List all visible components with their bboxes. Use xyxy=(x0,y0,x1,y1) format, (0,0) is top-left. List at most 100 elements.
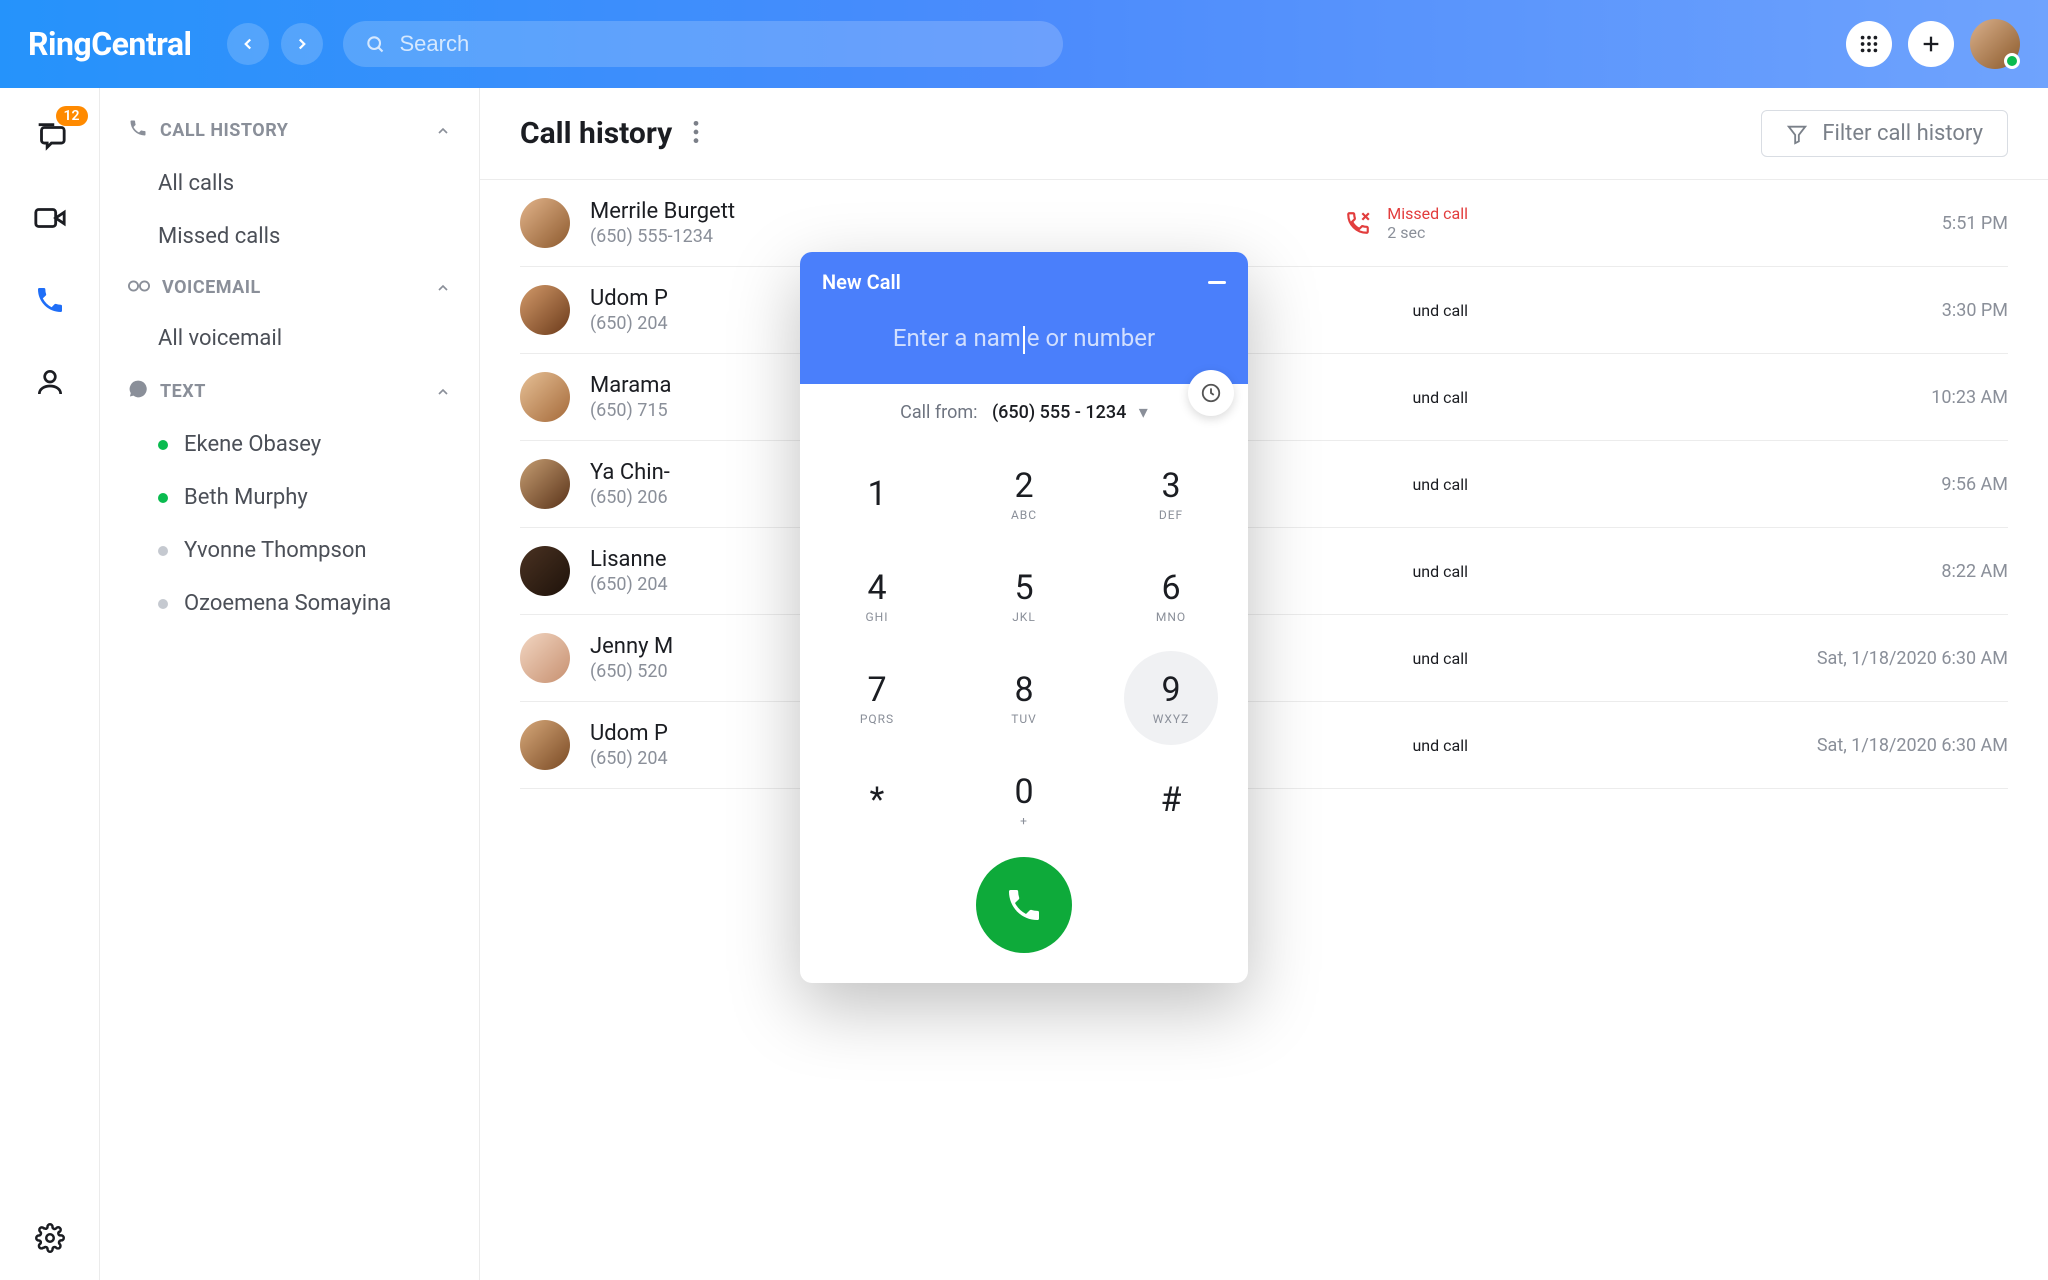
keypad-key-5[interactable]: 5JKL xyxy=(977,549,1071,643)
icon-rail: 12 xyxy=(0,88,100,1280)
call-row[interactable]: Udom P(650) 204und callSat, 1/18/2020 6:… xyxy=(520,702,2008,789)
rail-contacts[interactable] xyxy=(30,362,70,402)
nav-item-label: Ekene Obasey xyxy=(184,432,321,457)
call-type-label: und call xyxy=(1412,475,1468,494)
call-row[interactable]: Ya Chin-(650) 206und call9:56 AM xyxy=(520,441,2008,528)
call-row[interactable]: Udom P(650) 204und call3:30 PM xyxy=(520,267,2008,354)
nav-forward-button[interactable] xyxy=(281,23,323,65)
call-name: Lisanne xyxy=(590,547,668,572)
call-avatar xyxy=(520,633,570,683)
dialer-input[interactable]: Enter a name or number xyxy=(822,324,1226,354)
keypad-key-9[interactable]: 9WXYZ xyxy=(1124,651,1218,745)
dialer-popup: New Call Enter a name or number Call fro… xyxy=(800,252,1248,983)
minimize-icon xyxy=(1208,281,1226,285)
keypad-key-2[interactable]: 2ABC xyxy=(977,447,1071,541)
key-sub: DEF xyxy=(1159,508,1183,522)
call-avatar xyxy=(520,459,570,509)
call-row[interactable]: Lisanne(650) 204 und call 8:22 AM xyxy=(520,528,2008,615)
call-time: 8:22 AM xyxy=(1788,561,2008,582)
nav-item[interactable]: Beth Murphy xyxy=(100,471,479,524)
search-input[interactable] xyxy=(399,31,1041,57)
dialer-header: New Call Enter a name or number xyxy=(800,252,1248,384)
call-type-label: und call xyxy=(1412,562,1468,581)
call-name: Udom P xyxy=(590,721,668,746)
keypad-key-3[interactable]: 3 DEF xyxy=(1124,447,1218,541)
rail-settings[interactable] xyxy=(30,1218,70,1258)
recent-calls-button[interactable] xyxy=(1188,370,1234,416)
call-number: (650) 520 xyxy=(590,661,673,682)
nav-item[interactable]: All voicemail xyxy=(100,312,479,365)
nav-item[interactable]: Missed calls xyxy=(100,210,479,263)
key-digit: 0 xyxy=(1014,772,1033,812)
dialpad-button[interactable] xyxy=(1846,21,1892,67)
key-digit: * xyxy=(870,780,885,820)
keypad-key-4[interactable]: 4GHI xyxy=(830,549,924,643)
nav-section-header[interactable]: VOICEMAIL xyxy=(100,263,479,312)
keypad-key-6[interactable]: 6MNO xyxy=(1124,549,1218,643)
dialer-minimize-button[interactable] xyxy=(1208,270,1226,289)
call-number: (650) 204 xyxy=(590,748,668,769)
call-number: (650) 206 xyxy=(590,487,670,508)
nav-section-header[interactable]: TEXT xyxy=(100,365,479,418)
call-type: und call xyxy=(1412,475,1468,494)
keypad-key-1[interactable]: 1 xyxy=(830,447,924,541)
key-sub: WXYZ xyxy=(1153,712,1190,726)
call-avatar xyxy=(520,285,570,335)
call-row[interactable]: Marama(650) 715und call10:23 AM xyxy=(520,354,2008,441)
rail-messages[interactable]: 12 xyxy=(30,116,70,156)
nav-pane: CALL HISTORYAll callsMissed callsVOICEMA… xyxy=(100,88,480,1280)
call-time: 3:30 PM xyxy=(1788,300,2008,321)
phone-icon xyxy=(34,284,66,316)
nav-item[interactable]: All calls xyxy=(100,157,479,210)
nav-arrows xyxy=(227,23,323,65)
rail-video[interactable] xyxy=(30,198,70,238)
keypad-key-#[interactable]: # xyxy=(1124,753,1218,847)
nav-section-header[interactable]: CALL HISTORY xyxy=(100,104,479,157)
nav-item-label: Ozoemena Somayina xyxy=(184,591,391,616)
dial-call-button[interactable] xyxy=(976,857,1072,953)
dialer-from-row[interactable]: Call from: (650) 555 - 1234 ▾ xyxy=(800,384,1248,431)
call-row[interactable]: Merrile Burgett(650) 555-1234Missed call… xyxy=(520,180,2008,267)
keypad-key-*[interactable]: * xyxy=(830,753,924,847)
call-number: (650) 555-1234 xyxy=(590,226,735,247)
nav-item-label: Beth Murphy xyxy=(184,485,308,510)
video-icon xyxy=(33,201,67,235)
dialer-from-label: Call from: xyxy=(900,402,977,423)
dialer-placeholder-right: e or number xyxy=(1027,324,1155,352)
new-button[interactable] xyxy=(1908,21,1954,67)
keypad-key-7[interactable]: 7PQRS xyxy=(830,651,924,745)
rail-phone[interactable] xyxy=(30,280,70,320)
nav-back-button[interactable] xyxy=(227,23,269,65)
filter-button[interactable]: Filter call history xyxy=(1761,110,2008,157)
search-bar[interactable] xyxy=(343,21,1063,67)
keypad-key-0[interactable]: 0+ xyxy=(977,753,1071,847)
call-row[interactable]: Jenny M(650) 520und callSat, 1/18/2020 6… xyxy=(520,615,2008,702)
call-type-label: und call xyxy=(1412,649,1468,668)
key-sub: TUV xyxy=(1011,712,1037,726)
keypad-key-8[interactable]: 8 TUV xyxy=(977,651,1071,745)
chevron-up-icon xyxy=(435,280,451,296)
call-time: Sat, 1/18/2020 6:30 AM xyxy=(1788,735,2008,756)
call-avatar xyxy=(520,372,570,422)
nav-item[interactable]: Yvonne Thompson xyxy=(100,524,479,577)
nav-item[interactable]: Ekene Obasey xyxy=(100,418,479,471)
key-digit: 3 xyxy=(1161,466,1180,506)
call-type: und call xyxy=(1412,562,1468,581)
nav-item[interactable]: Ozoemena Somayina xyxy=(100,577,479,630)
profile-avatar[interactable] xyxy=(1970,19,2020,69)
key-digit: # xyxy=(1161,780,1182,820)
chevron-up-icon xyxy=(435,123,451,139)
key-digit: 4 xyxy=(867,568,886,608)
person-icon xyxy=(34,366,66,398)
section-icon xyxy=(128,118,148,143)
key-digit: 6 xyxy=(1161,568,1180,608)
key-digit: 2 xyxy=(1014,466,1033,506)
call-number: (650) 204 xyxy=(590,574,668,595)
call-list: Merrile Burgett(650) 555-1234Missed call… xyxy=(480,180,2048,789)
call-number: (650) 204 xyxy=(590,313,668,334)
call-avatar xyxy=(520,546,570,596)
brand-logo: RingCentral xyxy=(28,25,191,63)
clock-icon xyxy=(1200,382,1222,404)
key-digit: 8 xyxy=(1014,670,1033,710)
more-button[interactable] xyxy=(692,119,700,149)
